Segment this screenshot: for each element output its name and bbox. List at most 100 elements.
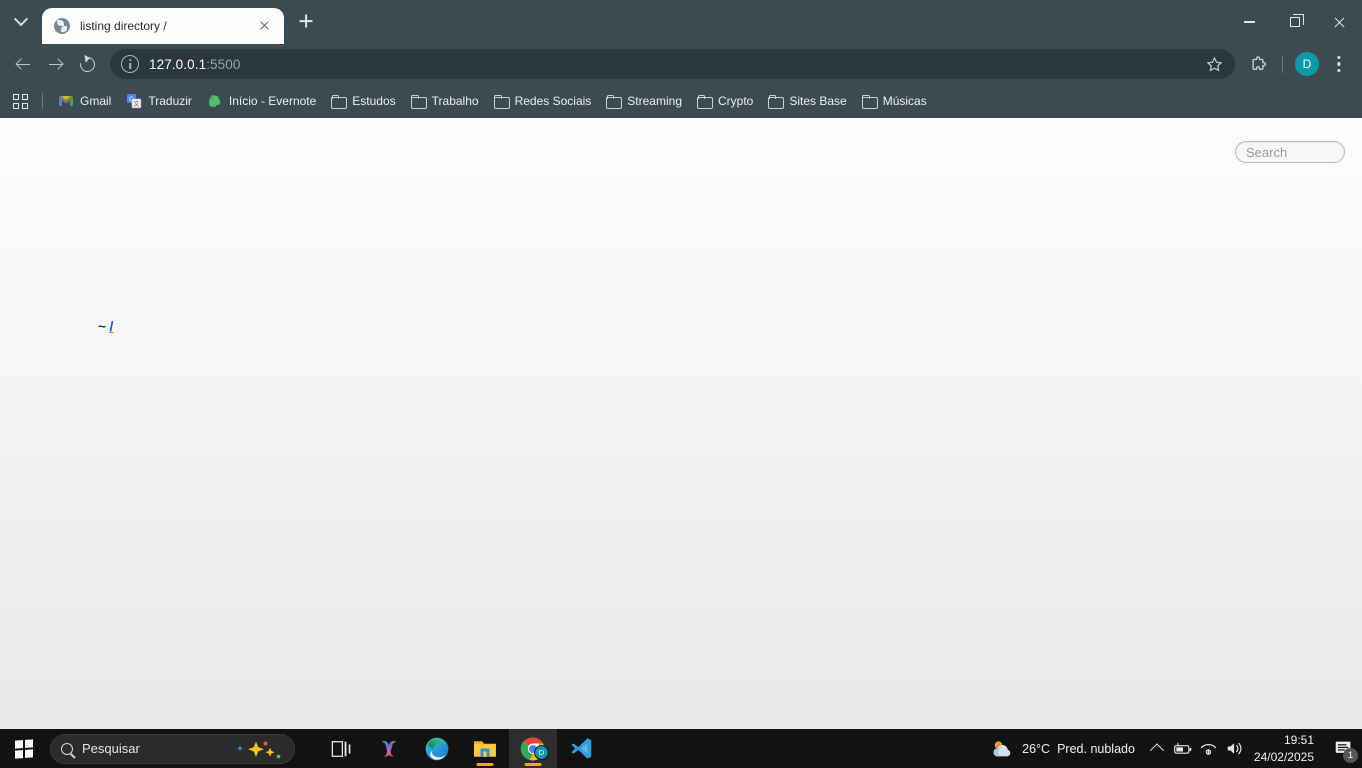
running-indicator (476, 763, 494, 766)
gmail-icon (59, 96, 73, 106)
bookmark-folder-musicas[interactable]: Músicas (855, 88, 934, 114)
folder-icon (410, 95, 427, 109)
folder-icon (493, 95, 510, 109)
weather-widget[interactable]: 26°C Pred. nublado (980, 729, 1144, 768)
search-icon (61, 742, 73, 755)
maximize-button[interactable] (1272, 0, 1317, 44)
weather-description: Pred. nublado (1057, 741, 1135, 756)
extensions-button[interactable] (1243, 49, 1273, 79)
chrome-menu-button[interactable] (1324, 49, 1354, 79)
chevron-down-icon (13, 12, 29, 27)
forward-button[interactable] (40, 49, 70, 79)
bookmark-label: Redes Sociais (514, 94, 592, 108)
bookmark-folder-sites-base[interactable]: Sites Base (761, 88, 853, 114)
directory-listing-path: ~ / (98, 318, 114, 334)
network-icon (1201, 743, 1217, 755)
taskbar-item-copilot[interactable] (365, 729, 413, 768)
battery-icon (1174, 742, 1192, 754)
taskbar-app-list: D (317, 729, 605, 768)
grid-icon (12, 93, 28, 109)
toolbar-divider (1282, 55, 1283, 73)
notification-badge: 1 (1343, 748, 1358, 763)
window-controls (1227, 0, 1362, 44)
taskbar-clock[interactable]: 19:51 24/02/2025 (1248, 732, 1324, 764)
taskbar-item-edge[interactable] (413, 729, 461, 768)
browser-tab[interactable]: listing directory / (42, 8, 284, 44)
taskbar-search-box[interactable]: Pesquisar (50, 733, 295, 764)
bookmark-label: Estudos (352, 94, 396, 108)
show-hidden-icons-button[interactable] (1144, 729, 1170, 768)
close-icon[interactable] (254, 16, 274, 36)
tab-strip: listing directory / (0, 0, 1362, 44)
bookmark-folder-trabalho[interactable]: Trabalho (404, 88, 486, 114)
bookmark-gmail[interactable]: Gmail (51, 88, 118, 114)
close-window-button[interactable] (1317, 0, 1362, 44)
close-icon (1333, 16, 1346, 29)
bookmark-folder-estudos[interactable]: Estudos (324, 88, 402, 114)
browser-window: listing directory / 127.0.0.1:5500 D Gma… (0, 0, 1362, 729)
tab-search-button[interactable] (6, 7, 36, 37)
url-text: 127.0.0.1:5500 (149, 57, 241, 72)
bookmark-label: Streaming (627, 94, 682, 108)
url-host: 127.0.0.1 (149, 56, 207, 72)
vscode-icon (570, 738, 591, 759)
bookmark-folder-crypto[interactable]: Crypto (690, 88, 760, 114)
chevron-up-icon (1149, 742, 1165, 757)
clock-date: 24/02/2025 (1253, 749, 1314, 764)
taskbar-item-chrome[interactable]: D (509, 729, 557, 768)
copilot-icon (381, 740, 397, 757)
battery-button[interactable] (1170, 729, 1196, 768)
running-indicator (524, 763, 542, 766)
page-viewport: ~/ (0, 118, 1362, 729)
taskbar-item-vscode[interactable] (557, 729, 605, 768)
weather-temperature: 26°C (1022, 741, 1051, 756)
speaker-icon (1227, 742, 1242, 755)
globe-icon (54, 18, 70, 34)
bookmark-label: Crypto (718, 94, 754, 108)
url-port: :5500 (206, 56, 241, 72)
bookmark-label: Sites Base (789, 94, 847, 108)
search-input[interactable] (1235, 141, 1345, 163)
bookmark-folder-streaming[interactable]: Streaming (599, 88, 689, 114)
browser-toolbar: 127.0.0.1:5500 D (0, 44, 1362, 84)
bookmark-label: Trabalho (431, 94, 479, 108)
clock-time: 19:51 (1283, 733, 1314, 748)
reload-button[interactable] (72, 49, 102, 79)
folder-icon (697, 95, 713, 109)
network-button[interactable] (1196, 729, 1222, 768)
arrow-right-icon (48, 57, 63, 72)
new-tab-button[interactable] (292, 7, 320, 35)
site-info-icon[interactable] (121, 55, 139, 73)
all-bookmarks-button[interactable] (6, 88, 34, 114)
profile-badge-icon: D (534, 745, 549, 760)
edge-icon (425, 737, 449, 760)
folder-icon (606, 95, 623, 109)
back-button[interactable] (8, 49, 38, 79)
minimize-button[interactable] (1227, 0, 1272, 44)
taskbar-search-placeholder: Pesquisar (82, 741, 140, 756)
volume-button[interactable] (1222, 729, 1248, 768)
directory-root-link[interactable]: / (109, 318, 113, 334)
bookmarks-bar: Gmail G 文 Traduzir Início - Evernote Est… (0, 84, 1362, 118)
bookmarks-divider (42, 93, 43, 109)
address-bar[interactable]: 127.0.0.1:5500 (110, 49, 1235, 79)
bookmark-label: Traduzir (148, 94, 192, 108)
puzzle-piece-icon (1252, 56, 1266, 70)
bookmark-button[interactable] (1199, 49, 1229, 79)
task-view-icon (331, 740, 351, 757)
restore-icon (1289, 14, 1304, 27)
start-button[interactable] (0, 729, 48, 768)
notification-center-button[interactable]: 1 (1324, 729, 1362, 768)
bookmark-folder-redes-sociais[interactable]: Redes Sociais (487, 88, 599, 114)
profile-button[interactable]: D (1292, 49, 1322, 79)
file-explorer-icon (474, 740, 496, 757)
folder-icon (331, 95, 348, 109)
taskbar-item-file-explorer[interactable] (461, 729, 509, 768)
taskbar-item-task-view[interactable] (317, 729, 365, 768)
three-dots-icon (1327, 52, 1351, 76)
bookmark-evernote[interactable]: Início - Evernote (200, 88, 323, 114)
bookmark-traduzir[interactable]: G 文 Traduzir (119, 88, 199, 114)
windows-logo-icon (15, 738, 33, 759)
arrow-left-icon (16, 57, 31, 72)
minimize-icon (1244, 21, 1255, 23)
